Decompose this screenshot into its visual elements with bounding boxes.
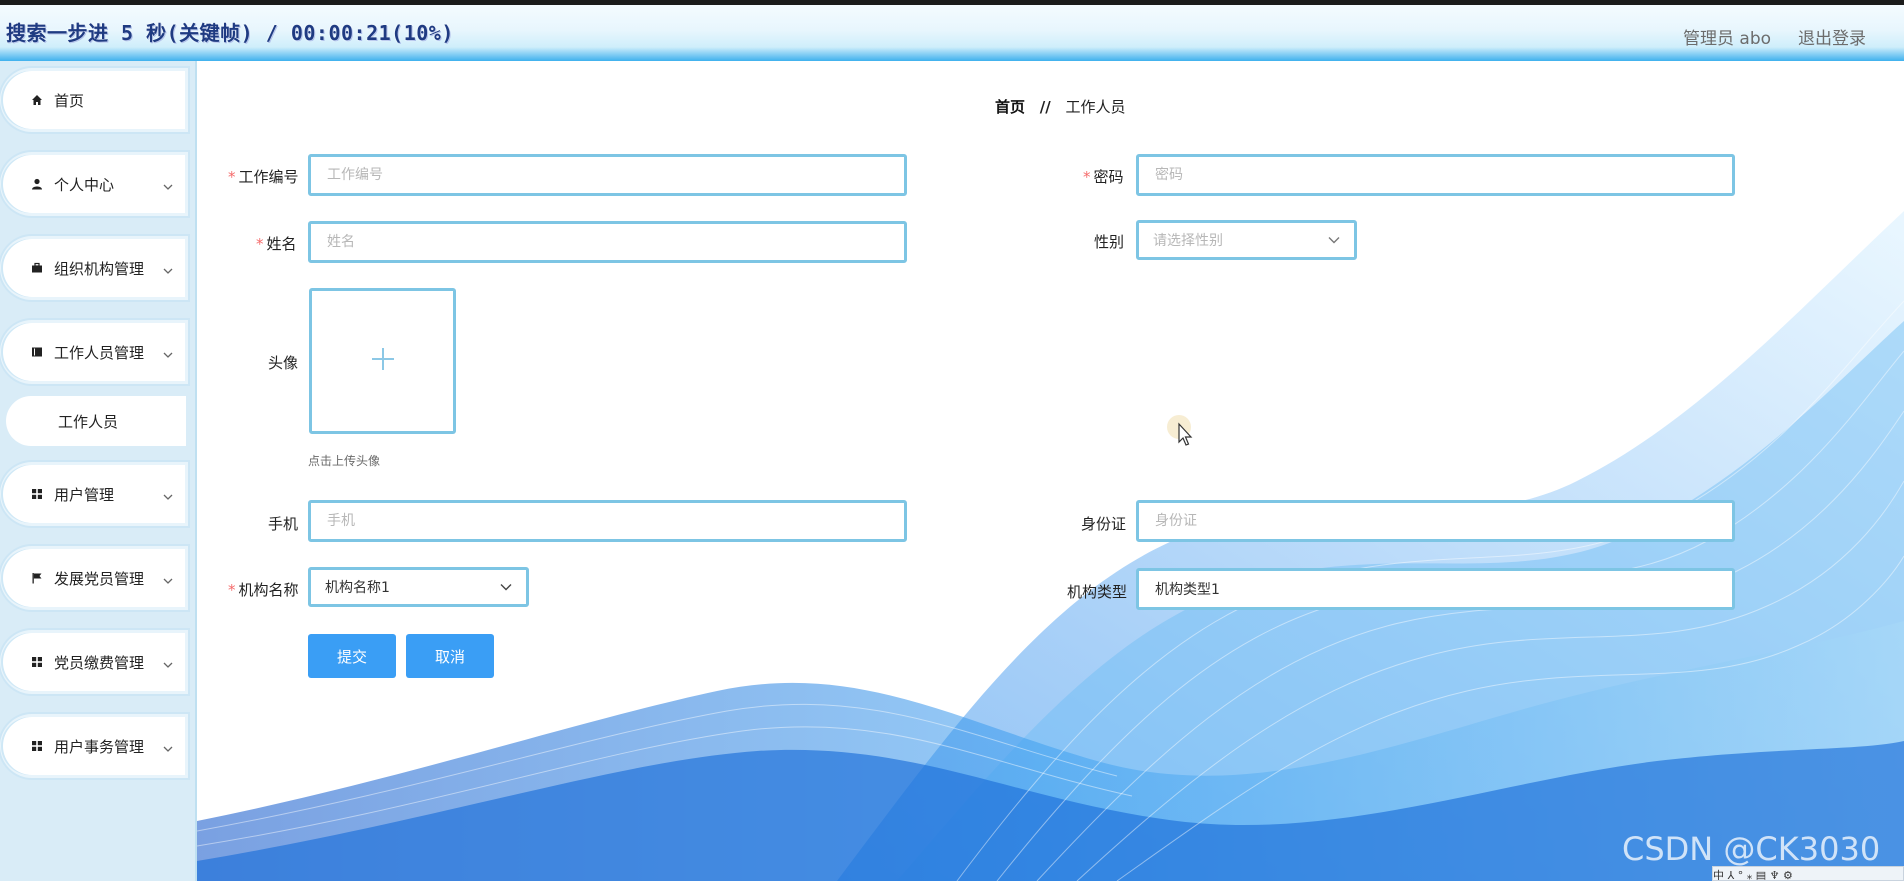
org-name-value: 机构名称1 xyxy=(325,580,390,596)
sidebar-item-label: 个人中心 xyxy=(54,175,115,194)
phone-input[interactable] xyxy=(308,500,907,542)
org-type-value: 机构类型1 xyxy=(1155,582,1220,598)
chevron-down-icon xyxy=(163,655,173,673)
breadcrumb: 首页 // 工作人员 xyxy=(995,96,1126,117)
breadcrumb-home[interactable]: 首页 xyxy=(995,98,1025,116)
name-input[interactable] xyxy=(308,221,907,263)
chevron-down-icon xyxy=(163,739,173,757)
org-name-select[interactable]: 机构名称1 xyxy=(308,567,529,607)
work-no-label: * 工作编号 xyxy=(228,168,299,186)
sidebar: 首页 个人中心 组织机构管理 工作人员管理 工作人员 用户管理 发展党员管理 党… xyxy=(0,61,197,881)
chevron-down-icon xyxy=(163,261,173,279)
sidebar-subitem-staff[interactable]: 工作人员 xyxy=(6,396,186,446)
breadcrumb-separator: // xyxy=(1039,98,1051,116)
plus-icon xyxy=(370,346,396,376)
avatar-label: 头像 xyxy=(268,354,299,372)
gender-select[interactable]: 请选择性别 xyxy=(1136,220,1357,260)
sidebar-item-label: 用户管理 xyxy=(54,485,115,504)
avatar-upload-tip: 点击上传头像 xyxy=(308,454,381,468)
admin-user-label: 管理员 abo xyxy=(1683,29,1772,49)
breadcrumb-current: 工作人员 xyxy=(1065,98,1126,116)
mouse-cursor-icon xyxy=(1166,414,1202,454)
chevron-down-icon xyxy=(163,177,173,195)
sidebar-item-personal-center[interactable]: 个人中心 xyxy=(3,155,185,213)
phone-label: 手机 xyxy=(268,515,299,533)
gender-placeholder: 请选择性别 xyxy=(1153,233,1223,249)
sidebar-item-label: 工作人员管理 xyxy=(54,343,145,362)
sidebar-item-label: 发展党员管理 xyxy=(54,569,145,588)
sidebar-item-dues-management[interactable]: 党员缴费管理 xyxy=(3,633,185,691)
id-card-input[interactable] xyxy=(1136,500,1735,542)
user-icon xyxy=(29,176,45,192)
gender-label: 性别 xyxy=(1094,233,1125,251)
org-type-label: 机构类型 xyxy=(1067,583,1128,601)
cancel-button[interactable]: 取消 xyxy=(406,634,494,678)
book-icon xyxy=(29,344,45,360)
sidebar-item-user-affairs[interactable]: 用户事务管理 xyxy=(3,717,185,775)
sidebar-item-label: 首页 xyxy=(54,91,85,110)
grid-icon xyxy=(29,654,45,670)
org-name-label: * 机构名称 xyxy=(228,581,299,599)
work-no-input[interactable] xyxy=(308,154,907,196)
name-label: * 姓名 xyxy=(256,235,297,253)
password-input[interactable] xyxy=(1136,154,1735,196)
grid-icon xyxy=(29,738,45,754)
system-tray: 中 ⅄ ° ⁎ ▤ ♆ ⚙ xyxy=(1712,866,1904,881)
sidebar-item-label: 组织机构管理 xyxy=(54,259,145,278)
avatar-uploader[interactable] xyxy=(309,288,456,434)
home-icon xyxy=(29,92,45,108)
sidebar-item-home[interactable]: 首页 xyxy=(3,71,185,129)
id-card-label: 身份证 xyxy=(1081,515,1127,533)
sidebar-item-party-development[interactable]: 发展党员管理 xyxy=(3,549,185,607)
top-header: 搜索一步进 5 秒(关键帧) / 00:00:21(10%) 管理员 abo 退… xyxy=(0,5,1904,61)
video-overlay-title: 搜索一步进 5 秒(关键帧) / 00:00:21(10%) xyxy=(6,21,454,45)
org-type-field[interactable]: 机构类型1 xyxy=(1136,568,1735,610)
sidebar-item-staff-management[interactable]: 工作人员管理 xyxy=(3,323,185,381)
logout-link[interactable]: 退出登录 xyxy=(1798,24,1866,49)
flag-icon xyxy=(29,570,45,586)
chevron-down-icon xyxy=(163,571,173,589)
chevron-down-icon xyxy=(500,579,512,595)
submit-button[interactable]: 提交 xyxy=(308,634,396,678)
chevron-down-icon xyxy=(163,345,173,363)
chevron-down-icon xyxy=(1328,232,1340,248)
chevron-down-icon xyxy=(163,487,173,505)
briefcase-icon xyxy=(29,260,45,276)
sidebar-item-user-management[interactable]: 用户管理 xyxy=(3,465,185,523)
csdn-watermark: CSDN @CK3030 xyxy=(1622,830,1881,868)
password-label: * 密码 xyxy=(1083,168,1124,186)
sidebar-item-label: 党员缴费管理 xyxy=(54,653,145,672)
sidebar-item-org-management[interactable]: 组织机构管理 xyxy=(3,239,185,297)
grid-icon xyxy=(29,486,45,502)
sidebar-item-label: 用户事务管理 xyxy=(54,737,145,756)
